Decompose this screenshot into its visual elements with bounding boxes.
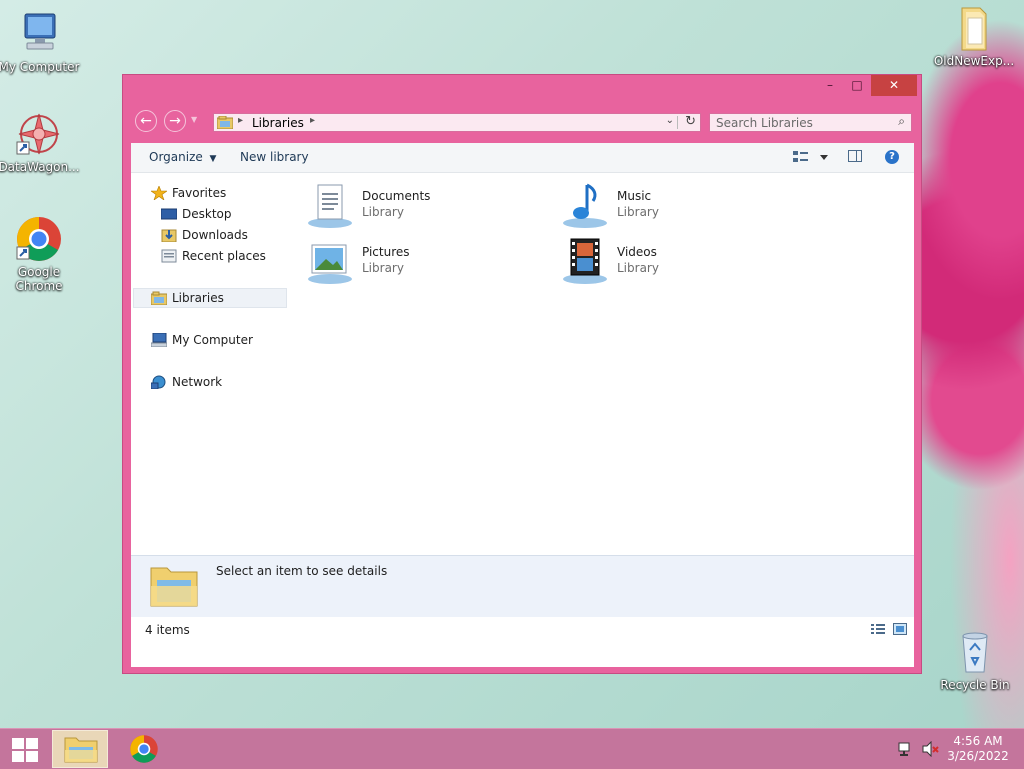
downloads-icon xyxy=(161,229,177,242)
library-name: Documents xyxy=(362,189,431,203)
new-library-button[interactable]: New library xyxy=(240,150,309,164)
desktop-icon-label: OldNewExp... xyxy=(933,54,1015,68)
documents-library-icon xyxy=(308,184,352,228)
recent-locations-icon[interactable]: ▼ xyxy=(191,115,197,124)
library-pictures[interactable]: Pictures Library xyxy=(296,235,526,285)
library-name: Videos xyxy=(617,245,657,259)
file-explorer-icon xyxy=(64,737,98,763)
computer-icon xyxy=(151,333,167,347)
library-content: Documents Library Music Library Pictures… xyxy=(296,173,906,553)
status-bar: 4 items xyxy=(131,617,914,641)
folder-icon xyxy=(950,4,998,52)
explorer-window[interactable]: – □ ✕ ← → ▼ ▸ Libraries ▸ ⌄ ↻ ⌕ xyxy=(122,74,922,674)
taskbar-file-explorer[interactable] xyxy=(52,730,108,768)
volume-muted-icon[interactable] xyxy=(922,741,940,757)
nav-recent-places-label: Recent places xyxy=(182,249,266,263)
organize-label: Organize xyxy=(149,150,203,164)
libraries-icon xyxy=(217,116,233,129)
clock-date: 3/26/2022 xyxy=(947,749,1009,763)
libraries-folder-icon xyxy=(150,567,198,607)
network-icon xyxy=(151,375,166,389)
breadcrumb-libraries[interactable]: Libraries xyxy=(252,116,304,130)
desktop-icon-my-computer[interactable]: My Computer xyxy=(0,10,81,74)
back-button[interactable]: ← xyxy=(135,110,157,132)
desktop-icon xyxy=(161,208,177,220)
navigation-pane: Favorites Desktop Downloads Recent place… xyxy=(131,173,291,553)
nav-my-computer-label: My Computer xyxy=(172,333,253,347)
address-dropdown-icon[interactable]: ⌄ xyxy=(666,115,674,126)
desktop-icon-google-chrome[interactable]: Google Chrome xyxy=(0,215,81,293)
pictures-library-icon xyxy=(308,244,352,284)
library-type: Library xyxy=(617,261,659,275)
chrome-icon xyxy=(15,215,63,263)
help-icon[interactable]: ? xyxy=(885,150,899,164)
desktop-icon-datawagon[interactable]: DataWagon... xyxy=(0,110,81,174)
nav-favorites-label: Favorites xyxy=(172,186,227,200)
library-documents[interactable]: Documents Library xyxy=(296,179,526,229)
details-text: Select an item to see details xyxy=(216,564,388,578)
nav-libraries-label: Libraries xyxy=(172,291,224,305)
item-count: 4 items xyxy=(145,623,190,637)
desktop-icon-label: DataWagon... xyxy=(0,160,80,174)
search-input[interactable] xyxy=(710,114,886,131)
address-divider xyxy=(677,116,678,129)
nav-desktop-label: Desktop xyxy=(182,207,232,221)
taskbar-google-chrome[interactable] xyxy=(116,730,172,768)
preview-pane-icon[interactable] xyxy=(848,150,862,162)
explorer-pane: Organize ▼ New library ? Favorites Deskt… xyxy=(131,143,914,667)
library-type: Library xyxy=(362,261,404,275)
details-view-icon[interactable] xyxy=(871,623,885,635)
back-arrow-icon: ← xyxy=(140,113,152,129)
desktop-icon-oldnewexplorer[interactable]: OldNewExp... xyxy=(932,4,1016,68)
forward-button[interactable]: → xyxy=(164,110,186,132)
breadcrumb-chevron-icon[interactable]: ▸ xyxy=(238,115,243,126)
library-type: Library xyxy=(617,205,659,219)
refresh-icon[interactable]: ↻ xyxy=(685,114,696,129)
clock-time: 4:56 AM xyxy=(953,734,1003,748)
taskbar: 4:56 AM 3/26/2022 xyxy=(0,728,1024,769)
view-options-icon xyxy=(793,151,828,162)
desktop-icon-label: Recycle Bin xyxy=(940,678,1010,692)
search-box[interactable]: ⌕ xyxy=(709,113,912,132)
library-name: Pictures xyxy=(362,245,410,259)
organize-button[interactable]: Organize ▼ xyxy=(149,150,216,164)
breadcrumb-chevron-icon[interactable]: ▸ xyxy=(310,115,315,126)
address-bar[interactable]: ▸ Libraries ▸ ⌄ ↻ xyxy=(213,113,701,132)
computer-icon xyxy=(15,10,63,58)
recent-places-icon xyxy=(161,249,177,263)
desktop-icon-label: My Computer xyxy=(0,60,80,74)
forward-arrow-icon: → xyxy=(169,113,181,129)
taskbar-clock[interactable]: 4:56 AM 3/26/2022 xyxy=(946,734,1010,764)
chevron-down-icon: ▼ xyxy=(206,154,217,164)
search-icon[interactable]: ⌕ xyxy=(898,114,905,129)
minimize-button[interactable]: – xyxy=(816,75,844,96)
nav-downloads-label: Downloads xyxy=(182,228,248,242)
star-icon xyxy=(151,186,167,200)
windows-start-icon[interactable] xyxy=(12,738,38,762)
chrome-icon xyxy=(130,735,158,763)
command-bar: Organize ▼ New library ? xyxy=(131,143,914,173)
close-button[interactable]: ✕ xyxy=(871,75,917,96)
large-icons-view-icon[interactable] xyxy=(893,623,907,635)
navigation-bar: ← → ▼ ▸ Libraries ▸ ⌄ ↻ ⌕ xyxy=(131,108,913,136)
nav-network-label: Network xyxy=(172,375,223,389)
music-library-icon xyxy=(563,183,607,228)
maximize-button[interactable]: □ xyxy=(843,75,871,96)
title-bar[interactable]: – □ ✕ xyxy=(123,75,921,99)
network-tray-icon[interactable] xyxy=(898,741,914,757)
details-pane: Select an item to see details xyxy=(131,555,914,617)
datawagon-icon xyxy=(15,110,63,158)
library-name: Music xyxy=(617,189,652,203)
library-music[interactable]: Music Library xyxy=(551,179,781,229)
library-type: Library xyxy=(362,205,404,219)
desktop-icon-label: Google Chrome xyxy=(15,265,63,293)
libraries-icon xyxy=(151,291,167,305)
library-videos[interactable]: Videos Library xyxy=(551,235,781,285)
change-view-button[interactable] xyxy=(793,150,829,167)
videos-library-icon xyxy=(563,238,607,284)
desktop-icon-recycle-bin[interactable]: Recycle Bin xyxy=(933,628,1017,692)
recycle-bin-icon xyxy=(951,628,999,676)
